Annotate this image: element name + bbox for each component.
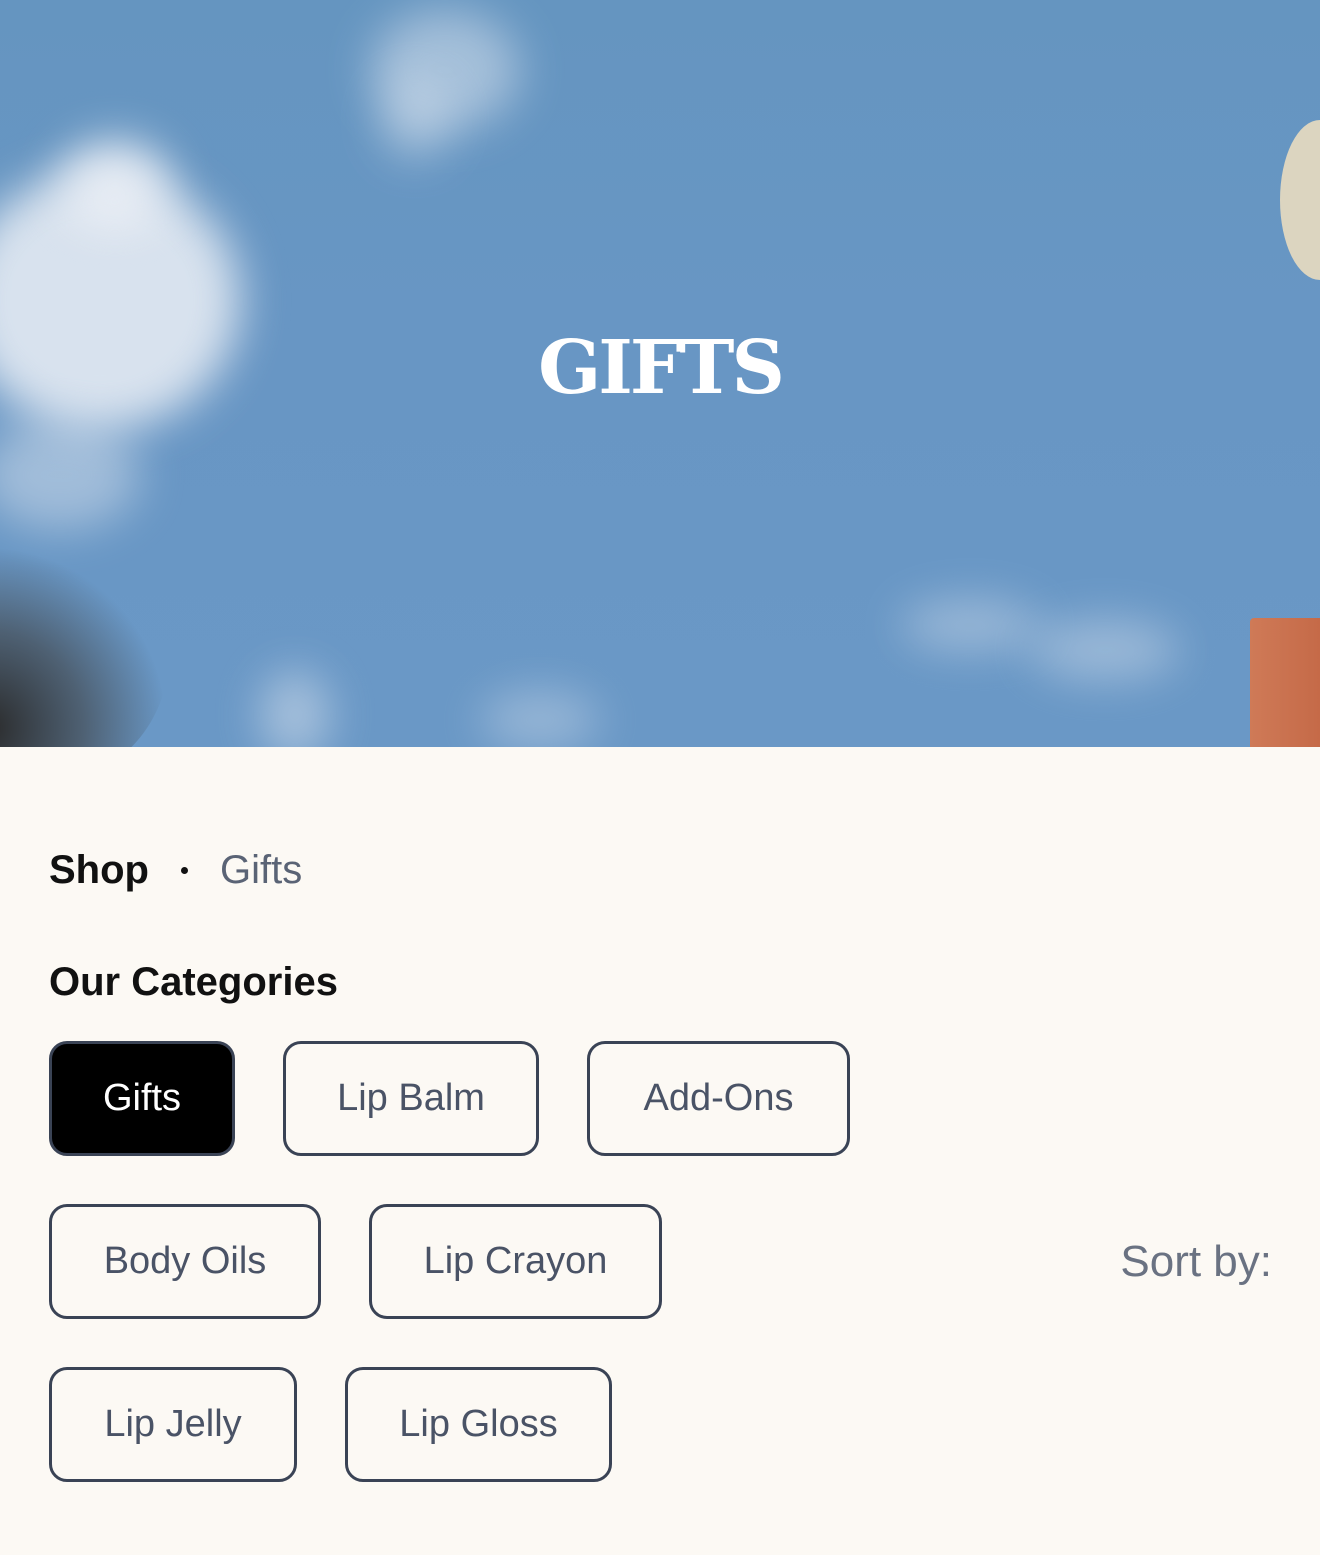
breadcrumb-current: Gifts — [219, 848, 303, 892]
category-body-oils-button[interactable]: Body Oils — [49, 1204, 321, 1319]
cloud-shape — [0, 420, 140, 530]
page-title: GIFTS — [538, 325, 785, 411]
cloud-shape — [480, 690, 600, 747]
sort-by-label[interactable]: Sort by: — [1120, 1237, 1272, 1287]
cloud-shape — [260, 670, 330, 747]
product-bottle — [1250, 618, 1320, 747]
breadcrumb-shop-link[interactable]: Shop — [49, 848, 149, 893]
category-lip-balm-button[interactable]: Lip Balm — [283, 1041, 539, 1156]
breadcrumb: Shop Gifts — [49, 848, 302, 893]
cloud-shape — [900, 600, 1040, 650]
cloud-shape — [60, 140, 170, 230]
category-lip-jelly-button[interactable]: Lip Jelly — [49, 1367, 297, 1482]
categories-heading: Our Categories — [49, 960, 338, 1004]
cloud-shape — [380, 80, 450, 160]
breadcrumb-separator — [180, 867, 188, 874]
category-lip-gloss-button[interactable]: Lip Gloss — [345, 1367, 612, 1482]
category-add-ons-button[interactable]: Add-Ons — [587, 1041, 850, 1156]
cloud-shape — [1030, 620, 1180, 680]
hero-banner: GIFTS — [0, 0, 1320, 747]
category-gifts-button[interactable]: Gifts — [49, 1041, 235, 1156]
moon-shape — [1280, 120, 1320, 280]
hair-shape — [0, 520, 170, 747]
category-lip-crayon-button[interactable]: Lip Crayon — [369, 1204, 662, 1319]
